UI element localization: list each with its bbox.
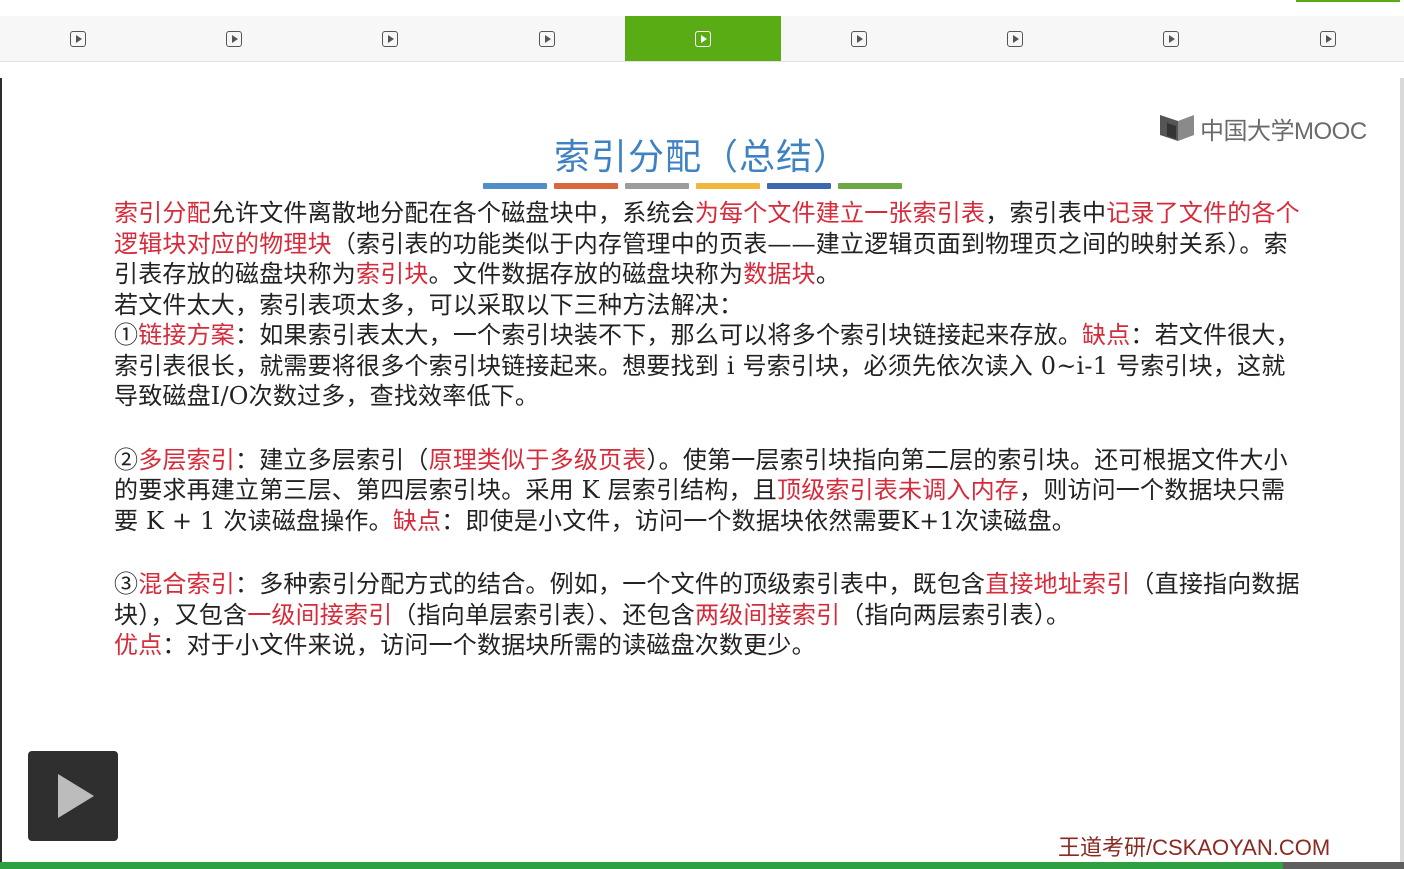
body-paragraph: ③混合索引：多种索引分配方式的结合。例如，一个文件的顶级索引表中，既包含直接地址… [114, 569, 1304, 630]
body-text: ：建立多层索引（ [235, 445, 429, 474]
play-triangle-icon [1169, 34, 1175, 43]
progress-bar-buffer [1283, 862, 1404, 869]
body-text: 若文件太大，索引表项太多，可以采取以下三种方法解决： [114, 290, 744, 319]
body-paragraph: 若文件太大，索引表项太多，可以采取以下三种方法解决： [114, 290, 1304, 321]
play-box-icon [226, 30, 242, 47]
slide-right-border [1400, 78, 1404, 863]
play-icon [58, 774, 94, 818]
play-box-icon [695, 30, 711, 47]
play-triangle-icon [1326, 34, 1332, 43]
play-triangle-icon [701, 34, 707, 43]
body-text: 允许文件离散地分配在各个磁盘块中，系统会 [210, 199, 695, 227]
slide-title: 索引分配（总结） [553, 137, 850, 178]
highlighted-term: 多层索引 [138, 445, 236, 474]
body-text: ，索引表中 [985, 199, 1107, 227]
body-text: ：对于小文件来说，访问一个数据块所需的读磁盘次数更少。 [162, 631, 816, 659]
body-paragraph: ①链接方案：如果索引表太大，一个索引块装不下，那么可以将多个索引块链接起来存放。… [114, 320, 1304, 412]
play-triangle-icon [76, 34, 82, 43]
title-underline-segment [838, 183, 902, 189]
title-underline-segment [483, 183, 547, 189]
body-text: ① [114, 321, 139, 349]
title-underline [483, 183, 902, 189]
body-text: （指向两层索引表）。 [840, 600, 1071, 629]
play-triangle-icon [388, 34, 394, 43]
slide-tab-3[interactable] [312, 16, 468, 61]
progress-bar-fill [0, 862, 1284, 869]
highlighted-term: 优点 [114, 631, 163, 659]
slide-tab-bar [0, 16, 1404, 62]
play-box-icon [1007, 30, 1023, 47]
highlighted-term: 链接方案 [138, 321, 236, 349]
highlighted-term: 缺点 [1082, 321, 1131, 349]
title-underline-segment [554, 183, 618, 189]
highlighted-term: 顶级索引表未调入内存 [777, 476, 1019, 504]
body-text: （指向单层索引表）、还包含 [392, 600, 696, 629]
play-triangle-icon [232, 34, 238, 43]
slide-tab-1[interactable] [0, 16, 156, 61]
body-text: ③ [114, 570, 139, 598]
slide-tab-7[interactable] [937, 16, 1093, 61]
play-box-icon [1320, 30, 1336, 47]
highlighted-term: 为每个文件建立一张索引表 [694, 199, 986, 227]
body-paragraph: 优点：对于小文件来说，访问一个数据块所需的读磁盘次数更少。 [114, 630, 1304, 661]
body-text: ：即使是小文件，访问一个数据块依然需要K+1次读磁盘。 [441, 506, 1076, 535]
play-triangle-icon [857, 34, 863, 43]
title-underline-segment [767, 183, 831, 189]
highlighted-term: 索引块 [356, 260, 429, 288]
highlighted-term: 混合索引 [138, 570, 236, 598]
title-underline-segment [625, 183, 689, 189]
slide-tab-6[interactable] [781, 16, 937, 61]
body-text: ② [114, 445, 139, 474]
slide-tab-4[interactable] [469, 16, 625, 61]
highlighted-term: 数据块 [743, 260, 816, 288]
highlighted-term: 原理类似于多级页表 [428, 445, 647, 474]
body-text: ：多种索引分配方式的结合。例如，一个文件的顶级索引表中，既包含 [235, 570, 986, 598]
body-text: 。 [815, 260, 841, 288]
progress-bar[interactable] [0, 862, 1404, 869]
slide-left-border [0, 78, 2, 863]
play-box-icon [382, 30, 398, 47]
play-box-icon [1163, 30, 1179, 47]
slide-body: 索引分配允许文件离散地分配在各个磁盘块中，系统会为每个文件建立一张索引表，索引表… [114, 198, 1304, 661]
highlighted-term: 直接地址索引 [985, 570, 1131, 598]
body-text: ：如果索引表太大，一个索引块装不下，那么可以将多个索引块链接起来存放。 [235, 321, 1083, 349]
body-paragraph: ②多层索引：建立多层索引（原理类似于多级页表）。使第一层索引块指向第二层的索引块… [114, 445, 1304, 537]
title-underline-segment [696, 183, 760, 189]
highlighted-term: 两级间接索引 [695, 600, 841, 629]
slide-tab-8[interactable] [1093, 16, 1249, 61]
play-box-icon [70, 30, 86, 47]
top-accent-line [1296, 0, 1400, 2]
slide-tab-9[interactable] [1250, 16, 1404, 61]
highlighted-term: 索引分配 [114, 199, 211, 227]
highlighted-term: 一级间接索引 [247, 600, 393, 629]
highlighted-term: 缺点 [392, 506, 442, 535]
play-triangle-icon [545, 34, 551, 43]
play-triangle-icon [1013, 34, 1019, 43]
slide-tab-5[interactable] [625, 16, 781, 61]
slide-tab-2[interactable] [156, 16, 312, 61]
play-box-icon [851, 30, 867, 47]
watermark: 王道考研/CSKAOYAN.COM [1058, 835, 1331, 860]
body-text: 。文件数据存放的磁盘块称为 [428, 260, 744, 288]
play-box-icon [539, 30, 555, 47]
play-button[interactable] [28, 751, 118, 841]
body-paragraph: 索引分配允许文件离散地分配在各个磁盘块中，系统会为每个文件建立一张索引表，索引表… [114, 198, 1304, 290]
